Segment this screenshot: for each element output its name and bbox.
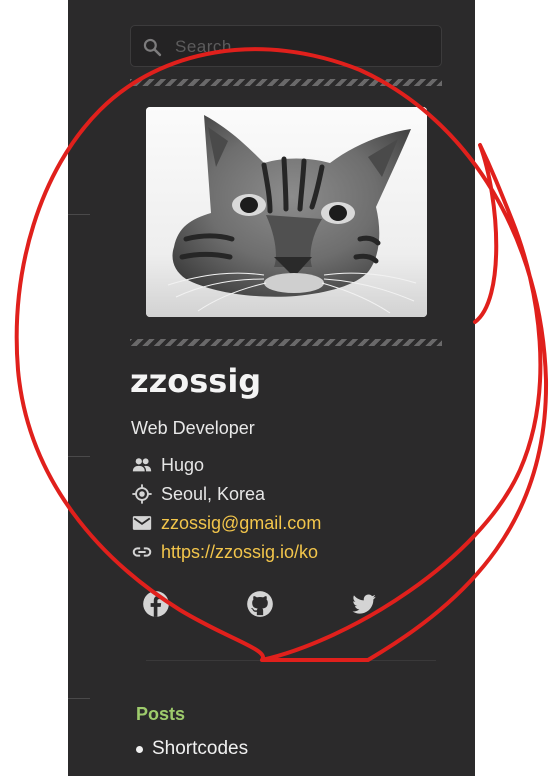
profile-detail-email[interactable]: zzossig@gmail.com [131,511,321,535]
github-icon [247,591,273,617]
profile-name: zzossig [130,362,262,400]
search-box[interactable] [130,25,442,68]
twitter-link[interactable] [350,590,378,618]
avatar [146,107,427,317]
github-link[interactable] [246,590,274,618]
profile-detail-org: Hugo [131,453,204,477]
profile-detail-text: Hugo [161,454,205,475]
email-icon [132,516,152,530]
profile-role: Web Developer [131,418,255,438]
profile-detail-website[interactable]: https://zzossig.io/ko [131,540,318,564]
cat-photo [146,107,427,317]
search-icon [143,38,162,57]
email-link[interactable]: zzossig@gmail.com [161,513,321,534]
section-divider [146,660,436,661]
profile-detail-location: Seoul, Korea [131,482,265,506]
posts-heading: Posts [136,704,186,724]
edge-tick [68,698,90,699]
website-link[interactable]: https://zzossig.io/ko [161,542,318,563]
twitter-icon [352,594,376,614]
stripe-divider [130,79,442,86]
stripe-divider [130,339,442,346]
list-item[interactable]: Shortcodes [136,738,248,760]
link-icon [132,547,152,557]
edge-tick [68,456,90,457]
people-icon [132,458,152,472]
search-input[interactable] [173,26,437,68]
location-icon [132,484,152,504]
edge-tick [68,214,90,215]
post-link[interactable]: Shortcodes [152,738,248,760]
profile-detail-text: Seoul, Korea [161,483,266,504]
facebook-icon [143,591,169,617]
bullet-icon [136,745,143,753]
facebook-link[interactable] [142,590,170,618]
